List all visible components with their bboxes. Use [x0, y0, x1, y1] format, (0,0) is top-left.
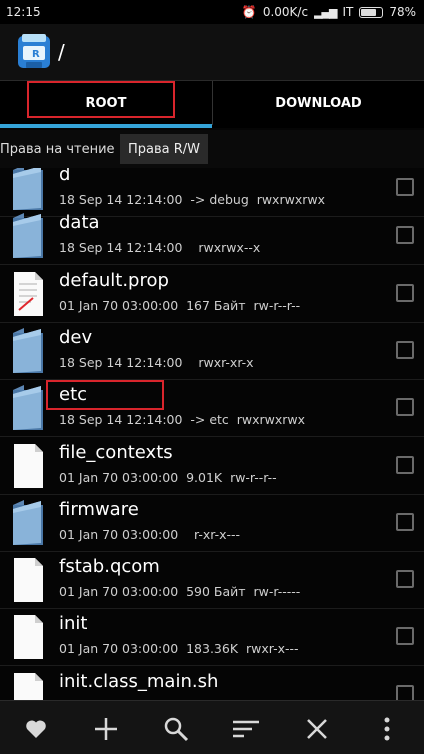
file-meta: 18 Sep 14 12:14:00 -> debug rwxrwxrwx — [59, 192, 325, 207]
file-meta: 18 Sep 14 12:14:00 -> etc rwxrwxrwx — [59, 412, 306, 427]
file-checkbox[interactable] — [396, 178, 414, 196]
plus-icon[interactable] — [86, 709, 126, 749]
file-meta: 01 Jan 70 03:00:00 9.01K rw-r--r-- — [59, 470, 277, 485]
folder-icon — [11, 212, 45, 260]
battery-percent: 78% — [389, 5, 416, 19]
status-bar: 12:15 ⏰ 0.00K/c ▂▄▆ IT 78% — [0, 0, 424, 24]
file-checkbox[interactable] — [396, 226, 414, 244]
file-row[interactable]: dev 18 Sep 14 12:14:00 rwxr-xr-x — [0, 323, 424, 380]
alarm-icon: ⏰ — [241, 5, 257, 19]
folder-icon — [11, 499, 45, 547]
file-icon — [11, 613, 45, 661]
file-name: data — [59, 212, 100, 233]
file-icon — [11, 442, 45, 490]
file-name: default.prop — [59, 270, 169, 291]
file-name: firmware — [59, 499, 139, 520]
status-right: ⏰ 0.00K/c ▂▄▆ IT 78% — [242, 5, 416, 19]
file-name: init — [59, 613, 88, 634]
sort-icon[interactable] — [226, 709, 266, 749]
file-checkbox[interactable] — [396, 284, 414, 302]
app-logo-icon[interactable]: R — [16, 32, 52, 72]
file-row[interactable]: fstab.qcom 01 Jan 70 03:00:00 590 Байт rw… — [0, 552, 424, 609]
tab-bar: ROOT DOWNLOAD — [0, 80, 424, 128]
current-path: / — [58, 40, 65, 64]
file-checkbox[interactable] — [396, 341, 414, 359]
file-name: fstab.qcom — [59, 556, 160, 577]
file-name: dev — [59, 327, 93, 348]
file-row[interactable]: init 01 Jan 70 03:00:00 183.36K rwxr-x--- — [0, 609, 424, 666]
close-icon[interactable] — [297, 709, 337, 749]
tab-root[interactable]: ROOT — [0, 81, 212, 125]
file-name: init.class_main.sh — [59, 671, 219, 692]
file-checkbox[interactable] — [396, 685, 414, 700]
tab-download[interactable]: DOWNLOAD — [212, 81, 424, 125]
permission-bar: Права на чтение Права R/W — [0, 130, 424, 168]
file-row[interactable]: data 18 Sep 14 12:14:00 rwxrwx--x — [0, 208, 424, 265]
battery-icon — [359, 6, 384, 18]
signal-icon: ▂▄▆ — [314, 5, 337, 19]
file-name: etc — [59, 384, 88, 405]
file-meta: 01 Jan 70 03:00:00 183.36K rwxr-x--- — [59, 641, 299, 656]
folder-icon — [11, 384, 45, 432]
file-meta: 18 Sep 14 12:14:00 rwxrwx--x — [59, 240, 261, 255]
file-checkbox[interactable] — [396, 570, 414, 588]
file-icon — [11, 556, 45, 604]
file-meta: 18 Sep 14 12:14:00 rwxr-xr-x — [59, 355, 254, 370]
folder-icon — [11, 327, 45, 375]
file-checkbox[interactable] — [396, 627, 414, 645]
folder-icon — [11, 168, 45, 212]
rw-permission-button[interactable]: Права R/W — [120, 134, 209, 164]
svg-text:R: R — [32, 49, 40, 60]
status-time: 12:15 — [6, 5, 41, 19]
file-meta: 01 Jan 70 03:00:00 590 Байт rw-r----- — [59, 584, 301, 599]
heart-icon[interactable] — [16, 709, 56, 749]
file-row[interactable]: file_contexts 01 Jan 70 03:00:00 9.01K rw… — [0, 438, 424, 495]
file-row[interactable]: firmware 01 Jan 70 03:00:00 r-xr-x--- — [0, 495, 424, 552]
read-permission-label: Права на чтение — [0, 142, 115, 157]
file-list: d 18 Sep 14 12:14:00 -> debug rwxrwxrwx da… — [0, 168, 424, 700]
file-row[interactable]: init.class_main.sh — [0, 667, 424, 700]
file-name: d — [59, 168, 71, 185]
file-name: file_contexts — [59, 442, 173, 463]
bottom-toolbar — [0, 700, 424, 754]
file-meta: 01 Jan 70 03:00:00 167 Байт rw-r--r-- — [59, 298, 301, 313]
file-meta: 01 Jan 70 03:00:00 r-xr-x--- — [59, 527, 241, 542]
file-checkbox[interactable] — [396, 513, 414, 531]
title-bar: R / — [0, 24, 424, 80]
file-icon — [11, 671, 45, 700]
file-checkbox[interactable] — [396, 456, 414, 474]
more-icon[interactable] — [367, 709, 407, 749]
search-icon[interactable] — [156, 709, 196, 749]
carrier-label: IT — [342, 5, 354, 19]
file-row[interactable]: etc 18 Sep 14 12:14:00 -> etc rwxrwxrwx — [0, 380, 424, 437]
active-tab-indicator — [0, 124, 212, 128]
file-row[interactable]: default.prop 01 Jan 70 03:00:00 167 Байт … — [0, 266, 424, 323]
file-checkbox[interactable] — [396, 398, 414, 416]
network-speed: 0.00K/c — [262, 5, 309, 19]
prop-file-icon — [11, 270, 45, 318]
